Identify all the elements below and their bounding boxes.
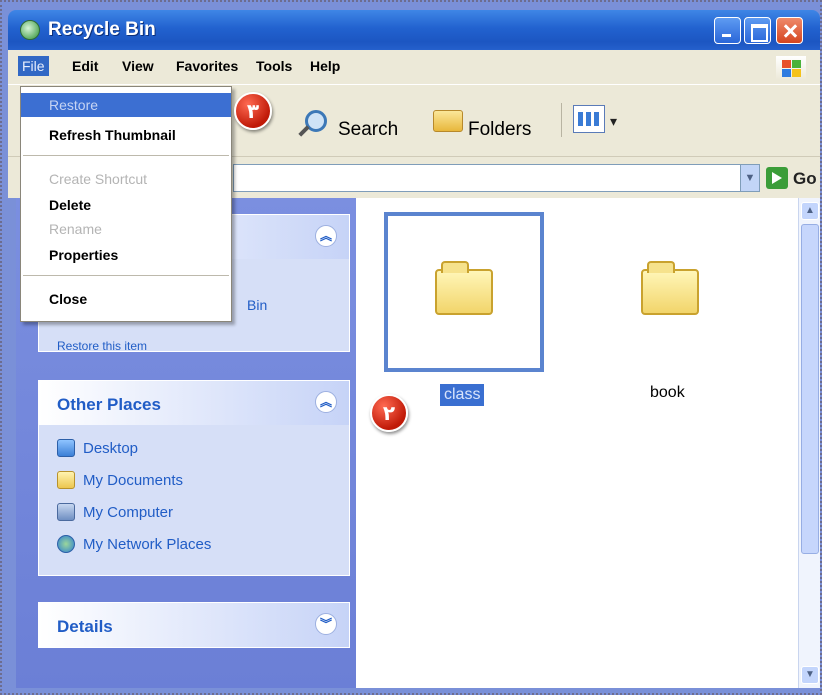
menu-item-restore[interactable]: Restore	[21, 93, 231, 117]
menu-item-rename: Rename	[49, 221, 102, 237]
folders-icon[interactable]	[433, 110, 463, 132]
file-item-class[interactable]	[384, 212, 544, 372]
search-icon[interactable]	[305, 110, 327, 132]
details-title: Details	[57, 617, 113, 636]
other-places-title: Other Places	[57, 395, 161, 414]
place-my-network-places[interactable]: My Network Places	[57, 535, 211, 553]
empty-recycle-bin-link[interactable]: Bin	[247, 297, 267, 313]
place-my-documents[interactable]: My Documents	[57, 471, 183, 489]
step-badge-restore: ٣	[234, 92, 272, 130]
address-input[interactable]	[233, 164, 743, 192]
minimize-button[interactable]	[714, 17, 741, 44]
my-documents-icon	[57, 471, 75, 489]
views-dropdown-arrow-icon[interactable]: ▾	[610, 113, 617, 130]
expand-chevron-icon[interactable]: ︾	[315, 613, 337, 635]
step-badge-select: ٢	[370, 394, 408, 432]
collapse-chevron-icon[interactable]: ︽	[315, 391, 337, 413]
menu-item-properties[interactable]: Properties	[21, 243, 231, 267]
menu-tools[interactable]: Tools	[256, 58, 292, 74]
menu-item-delete[interactable]: Delete	[21, 193, 231, 217]
menu-separator	[23, 155, 229, 156]
window-title: Recycle Bin	[48, 19, 156, 40]
title-bar[interactable]: Recycle Bin	[8, 10, 820, 50]
restore-item-link[interactable]: Restore this item	[57, 339, 147, 353]
menu-help[interactable]: Help	[310, 58, 340, 74]
menu-view[interactable]: View	[122, 58, 154, 74]
details-header[interactable]: Details	[39, 603, 349, 647]
folder-icon	[641, 261, 699, 315]
menu-separator	[23, 275, 229, 276]
file-menu-dropdown: Restore Refresh Thumbnail Create Shortcu…	[20, 86, 232, 322]
vertical-scrollbar[interactable]: ▲ ▼	[798, 198, 820, 688]
network-places-icon	[57, 535, 75, 553]
folders-button-label[interactable]: Folders	[468, 119, 531, 141]
desktop-icon	[57, 439, 75, 457]
go-button-label[interactable]: Go	[793, 169, 817, 189]
place-desktop[interactable]: Desktop	[57, 439, 138, 457]
address-dropdown-icon[interactable]: ▼	[740, 164, 760, 192]
other-places-panel: Other Places ︽ Desktop My Documents My C…	[38, 380, 350, 576]
search-button-label[interactable]: Search	[338, 119, 398, 141]
close-button[interactable]	[776, 17, 803, 44]
file-name-class[interactable]: class	[440, 384, 485, 406]
my-computer-icon	[57, 503, 75, 521]
file-name-book[interactable]: book	[650, 384, 685, 402]
menu-item-close[interactable]: Close	[21, 287, 231, 311]
scrollbar-thumb[interactable]	[801, 224, 819, 554]
windows-logo-icon	[776, 56, 806, 80]
menu-edit[interactable]: Edit	[72, 58, 98, 74]
details-panel: Details ︾	[38, 602, 350, 648]
menu-file[interactable]: File	[18, 56, 49, 76]
file-view: class book	[356, 198, 798, 688]
recycle-bin-icon	[20, 20, 40, 40]
other-places-header: Other Places	[39, 381, 349, 425]
toolbar-divider	[561, 103, 562, 137]
menu-item-create-shortcut: Create Shortcut	[49, 171, 148, 187]
menu-item-refresh-thumbnail[interactable]: Refresh Thumbnail	[21, 123, 231, 147]
collapse-chevron-icon[interactable]: ︽	[315, 225, 337, 247]
scroll-up-arrow-icon[interactable]: ▲	[801, 202, 819, 220]
go-arrow-icon[interactable]	[766, 167, 788, 189]
menu-bar: File Edit View Favorites Tools Help	[8, 50, 820, 84]
place-my-computer[interactable]: My Computer	[57, 503, 173, 521]
maximize-button[interactable]	[744, 17, 771, 44]
window-frame: Recycle Bin File Edit View Favorites Too…	[0, 0, 822, 695]
folder-icon	[435, 261, 493, 315]
menu-favorites[interactable]: Favorites	[176, 58, 238, 74]
file-item-book[interactable]	[590, 212, 750, 372]
scroll-down-arrow-icon[interactable]: ▼	[801, 666, 819, 684]
views-icon[interactable]	[573, 105, 605, 133]
